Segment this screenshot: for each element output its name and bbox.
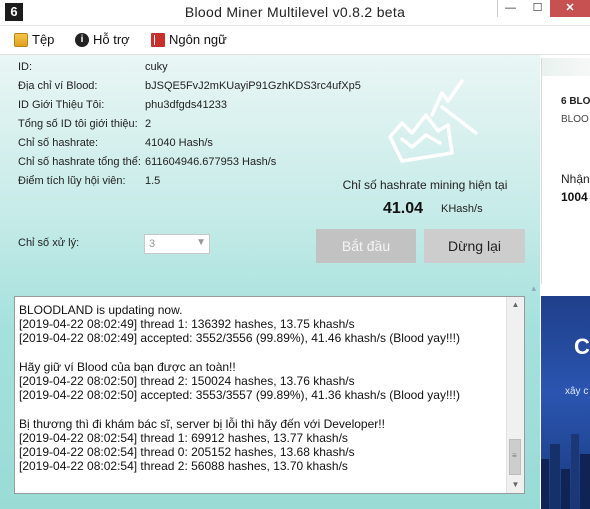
referral-id-label: ID Giới Thiệu Tôi: — [18, 99, 105, 111]
menu-language[interactable]: Ngôn ngữ — [151, 32, 227, 47]
main-panel: ID: cuky Địa chỉ ví Blood: bJSQE5FvJ2mKU… — [0, 55, 540, 509]
ad-number-text: 1004 — [561, 190, 588, 204]
hashrate-label: Chỉ số hashrate: — [18, 137, 99, 149]
scroll-thumb[interactable]: ≡ — [509, 439, 521, 475]
log-line: [2019-04-22 08:02:49] accepted: 3552/355… — [19, 331, 460, 346]
processor-label: Chỉ số xử lý: — [18, 237, 80, 249]
log-line: [2019-04-22 08:02:50] accepted: 3553/355… — [19, 388, 460, 403]
menu-bar: Tệp i Hỗ trợ Ngôn ngữ — [0, 26, 590, 55]
log-line: [2019-04-22 08:02:54] thread 0: 205152 h… — [19, 444, 355, 459]
minimize-button[interactable]: — — [497, 0, 523, 17]
ad-banner-bottom[interactable]: C xây c — [541, 296, 590, 509]
caret-up-icon: ▴ — [531, 283, 536, 293]
folder-icon — [14, 32, 28, 47]
stop-button[interactable]: Dừng lại — [424, 229, 525, 263]
chevron-down-icon: ▼ — [196, 237, 206, 248]
log-line: Hãy giữ ví Blood của bạn được an toàn!! — [19, 359, 236, 374]
log-line: [2019-04-22 08:02:54] thread 1: 69912 ha… — [19, 430, 348, 445]
processor-select[interactable]: 3 ▼ — [144, 234, 210, 254]
log-scrollbar[interactable]: ▲ ≡ ▼ — [506, 297, 524, 493]
points-label: Điểm tích lũy hội viên: — [18, 175, 126, 187]
log-line: [2019-04-22 08:02:49] thread 1: 136392 h… — [19, 317, 355, 332]
log-line: [2019-04-22 08:02:50] thread 2: 150024 h… — [19, 373, 355, 388]
help-icon: i — [75, 32, 89, 47]
ad-brand-text: 6 BLOOD — [561, 96, 590, 107]
ad-sub-text: BLOO — [561, 114, 589, 125]
scroll-up-icon[interactable]: ▲ — [507, 297, 524, 313]
scroll-down-icon[interactable]: ▼ — [507, 477, 524, 493]
log-line: Bị thương thì đi khám bác sĩ, server bị … — [19, 416, 385, 431]
city-skyline-image — [541, 434, 590, 509]
hashrate-value: 41040 Hash/s — [145, 137, 213, 149]
current-hashrate-unit: KHash/s — [441, 203, 483, 215]
wallet-label: Địa chỉ ví Blood: — [18, 80, 98, 92]
referral-count-value: 2 — [145, 118, 152, 130]
close-button[interactable]: ✕ — [550, 0, 590, 17]
title-bar: 6 Blood Miner Multilevel v0.8.2 beta — ☐… — [0, 0, 590, 26]
ad-bottom-text: xây c — [565, 386, 589, 397]
referral-id-value: phu3dfgds41233 — [145, 99, 227, 111]
current-hashrate-value: 41.04 — [383, 200, 424, 217]
log-lines: BLOODLAND is updating now. [2019-04-22 08… — [19, 303, 505, 473]
blood-miner-logo — [388, 79, 478, 163]
current-hashrate-caption: Chỉ số hashrate mining hiện tại — [342, 178, 508, 192]
grip-icon: ≡ — [512, 451, 517, 460]
menu-language-label: Ngôn ngữ — [169, 32, 227, 47]
menu-help-label: Hỗ trợ — [93, 32, 130, 47]
id-label: ID: — [18, 61, 33, 73]
id-value: cuky — [145, 61, 168, 73]
wallet-value: bJSQE5FvJ2mKUayiP91GzhKDS3rc4ufXp5 — [145, 80, 361, 92]
ad-banner-top[interactable]: 6 BLOOD BLOO Nhận 1004 — [541, 58, 590, 284]
log-line: BLOODLAND is updating now. — [19, 303, 183, 317]
start-button[interactable]: Bắt đầu — [316, 229, 416, 263]
ad-nhan-text: Nhận — [561, 172, 590, 186]
ad-big-letter: C — [574, 334, 590, 359]
processor-select-value: 3 — [149, 238, 156, 250]
log-textarea[interactable]: BLOODLAND is updating now. [2019-04-22 08… — [14, 296, 525, 494]
points-value: 1.5 — [145, 175, 161, 187]
total-hashrate-label: Chỉ số hashrate tổng thể: — [18, 156, 141, 168]
book-icon — [151, 32, 165, 47]
total-hashrate-value: 611604946.677953 Hash/s — [145, 156, 277, 168]
menu-help[interactable]: i Hỗ trợ — [75, 32, 130, 47]
referral-count-label: Tổng số ID tôi giới thiệu: — [18, 118, 138, 130]
menu-file-label: Tệp — [32, 32, 55, 47]
maximize-button[interactable]: ☐ — [525, 0, 550, 17]
log-line: [2019-04-22 08:02:54] thread 2: 56088 ha… — [19, 459, 348, 474]
ad-top-strip — [542, 58, 590, 76]
menu-file[interactable]: Tệp — [14, 32, 54, 47]
